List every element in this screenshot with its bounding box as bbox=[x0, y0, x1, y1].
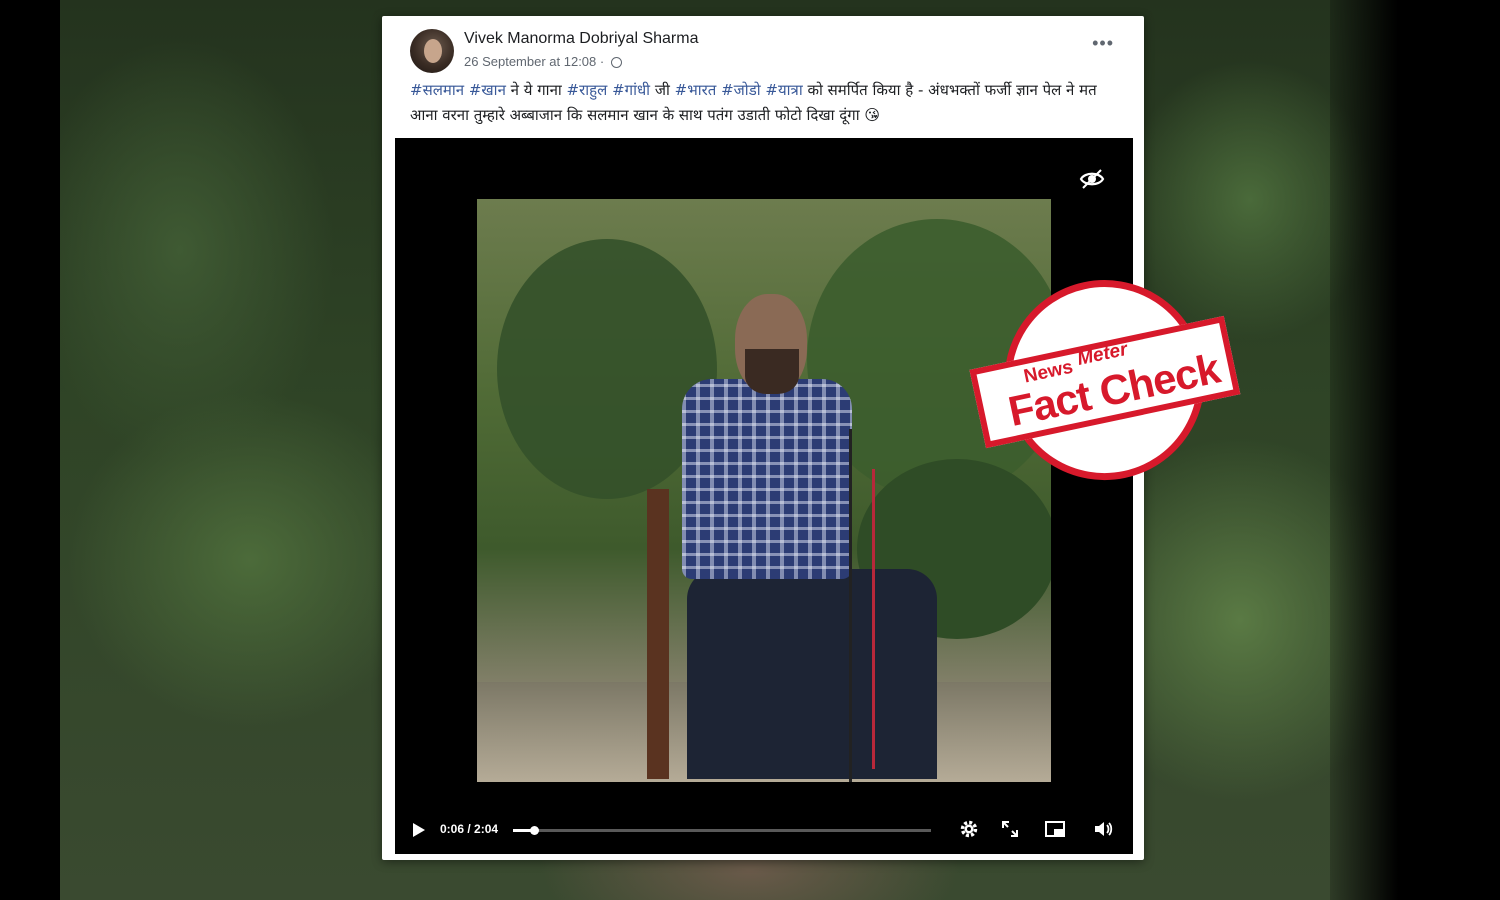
progress-knob[interactable] bbox=[529, 826, 539, 835]
avatar[interactable] bbox=[410, 29, 454, 73]
more-options-icon[interactable]: ••• bbox=[1092, 34, 1114, 52]
globe-icon bbox=[610, 57, 622, 68]
caption-text: ने ये गाना bbox=[505, 81, 567, 99]
caption-text: जी bbox=[650, 81, 675, 99]
hashtag-link[interactable]: #जोडो bbox=[721, 81, 761, 99]
post-timestamp[interactable]: 26 September at 12:08 · bbox=[464, 54, 622, 69]
video-time: 0:06 / 2:04 bbox=[440, 822, 499, 836]
background-edge-right bbox=[1330, 0, 1500, 900]
background-edge-left bbox=[0, 0, 60, 900]
video-frame[interactable] bbox=[477, 199, 1051, 782]
volume-icon[interactable] bbox=[1092, 818, 1114, 840]
post-author[interactable]: Vivek Manorma Dobriyal Sharma bbox=[464, 30, 698, 48]
chair bbox=[647, 489, 669, 779]
miniplayer-icon[interactable] bbox=[1044, 818, 1066, 840]
hashtag-link[interactable]: #गांधी bbox=[612, 81, 650, 99]
settings-icon[interactable] bbox=[958, 818, 980, 840]
hashtag-link[interactable]: #राहुल bbox=[567, 81, 608, 99]
hashtag-link[interactable]: #भारत bbox=[675, 81, 717, 99]
hashtag-link[interactable]: #सलमान bbox=[410, 81, 464, 99]
fullscreen-icon[interactable] bbox=[999, 818, 1021, 840]
video-controls: 0:06 / 2:04 bbox=[395, 804, 1133, 854]
hashtag-link[interactable]: #यात्रा bbox=[765, 81, 802, 99]
timestamp-text: 26 September at 12:08 · bbox=[464, 54, 605, 69]
play-icon[interactable] bbox=[413, 823, 425, 837]
hashtag-link[interactable]: #खान bbox=[469, 81, 506, 99]
eye-icon[interactable] bbox=[1079, 166, 1105, 192]
singer bbox=[682, 379, 852, 579]
microphone-stand bbox=[849, 429, 852, 782]
post-caption: #सलमान #खान ने ये गाना #राहुल #गांधी जी … bbox=[410, 78, 1120, 128]
progress-bar[interactable] bbox=[513, 826, 931, 835]
